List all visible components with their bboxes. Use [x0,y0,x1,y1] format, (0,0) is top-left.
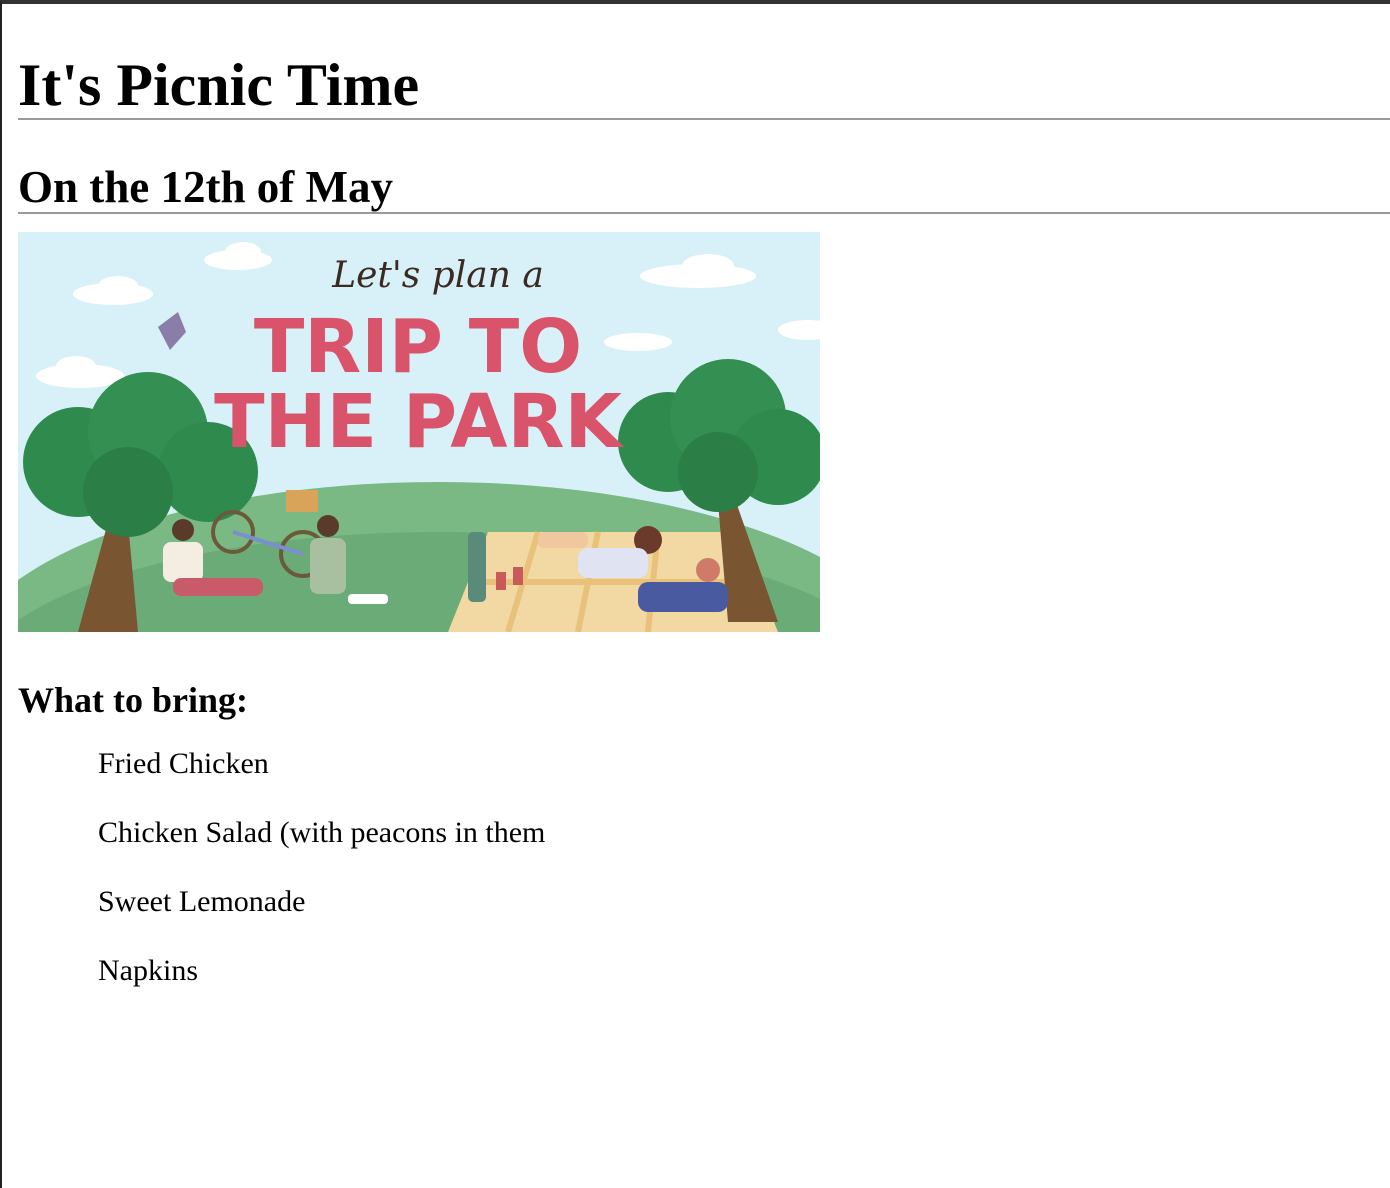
list-item: Sweet Lemonade [98,885,306,918]
list-item: Chicken Salad (with peacons in them [98,816,546,849]
page-content: It's Picnic Time On the 12th of May Let'… [2,4,1390,988]
bring-heading: What to bring: [18,680,249,720]
bring-list: Fried Chicken Chicken Salad (with peacon… [18,747,1390,988]
banner-headline-line2: THE PARK [214,379,624,465]
date-heading: On the 12th of May [18,162,393,212]
picnic-banner-image: Let's plan a TRIP TO THE PARK [18,232,820,632]
bottle-icon [468,532,486,602]
list-item: Fried Chicken [98,747,269,780]
banner-headline-line1: TRIP TO [254,304,582,390]
basket-icon [286,490,318,512]
page-title: It's Picnic Time [18,52,420,118]
banner-tagline: Let's plan a [331,255,544,296]
list-item: Napkins [98,954,198,987]
divider [18,212,1390,214]
